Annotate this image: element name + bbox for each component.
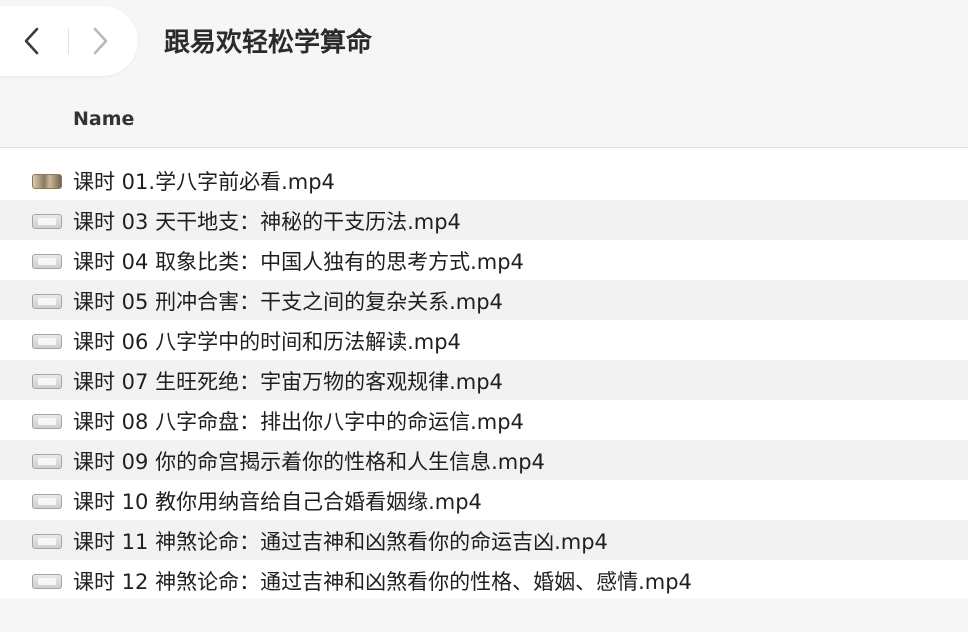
status-bar <box>0 598 968 632</box>
video-file-icon <box>32 294 62 309</box>
file-row[interactable]: 课时 07 生旺死绝：宇宙万物的客观规律.mp4 <box>0 360 968 400</box>
file-row[interactable]: 课时 04 取象比类：中国人独有的思考方式.mp4 <box>0 240 968 280</box>
nav-divider <box>68 28 69 54</box>
file-row[interactable]: 课时 03 天干地支：神秘的干支历法.mp4 <box>0 200 968 240</box>
video-file-icon <box>32 494 62 509</box>
file-list: 课时 01.学八字前必看.mp4 课时 03 天干地支：神秘的干支历法.mp4 … <box>0 160 968 600</box>
video-file-icon <box>32 334 62 349</box>
forward-button[interactable] <box>80 21 120 61</box>
video-thumbnail-icon <box>32 174 62 189</box>
name-column-header[interactable]: Name <box>73 108 134 130</box>
window-title: 跟易欢轻松学算命 <box>164 28 373 58</box>
video-file-icon <box>32 534 62 549</box>
video-file-icon <box>32 214 62 229</box>
video-file-icon <box>32 414 62 429</box>
file-name: 课时 10 教你用纳音给自己合婚看姻缘.mp4 <box>73 490 482 514</box>
file-name: 课时 05 刑冲合害：干支之间的复杂关系.mp4 <box>73 290 503 314</box>
file-row[interactable]: 课时 11 神煞论命：通过吉神和凶煞看你的命运吉凶.mp4 <box>0 520 968 560</box>
list-header: Name <box>0 86 968 148</box>
file-name: 课时 09 你的命宫揭示着你的性格和人生信息.mp4 <box>73 450 545 474</box>
file-row[interactable]: 课时 12 神煞论命：通过吉神和凶煞看你的性格、婚姻、感情.mp4 <box>0 560 968 600</box>
file-row[interactable]: 课时 10 教你用纳音给自己合婚看姻缘.mp4 <box>0 480 968 520</box>
window-toolbar: 跟易欢轻松学算命 <box>0 0 968 86</box>
back-button[interactable] <box>12 21 52 61</box>
file-name: 课时 08 八字命盘：排出你八字中的命运信.mp4 <box>73 410 524 434</box>
file-row[interactable]: 课时 05 刑冲合害：干支之间的复杂关系.mp4 <box>0 280 968 320</box>
file-name: 课时 11 神煞论命：通过吉神和凶煞看你的命运吉凶.mp4 <box>73 530 608 554</box>
file-row[interactable]: 课时 06 八字学中的时间和历法解读.mp4 <box>0 320 968 360</box>
file-name: 课时 07 生旺死绝：宇宙万物的客观规律.mp4 <box>73 370 503 394</box>
navigation-pill <box>0 6 138 76</box>
file-row[interactable]: 课时 09 你的命宫揭示着你的性格和人生信息.mp4 <box>0 440 968 480</box>
file-row[interactable]: 课时 01.学八字前必看.mp4 <box>0 160 968 200</box>
video-file-icon <box>32 574 62 589</box>
file-row[interactable]: 课时 08 八字命盘：排出你八字中的命运信.mp4 <box>0 400 968 440</box>
chevron-right-icon <box>93 27 108 55</box>
file-name: 课时 12 神煞论命：通过吉神和凶煞看你的性格、婚姻、感情.mp4 <box>73 570 692 594</box>
chevron-left-icon <box>24 27 39 55</box>
file-name: 课时 03 天干地支：神秘的干支历法.mp4 <box>73 210 461 234</box>
file-name: 课时 06 八字学中的时间和历法解读.mp4 <box>73 330 461 354</box>
file-name: 课时 04 取象比类：中国人独有的思考方式.mp4 <box>73 250 524 274</box>
file-name: 课时 01.学八字前必看.mp4 <box>73 170 335 194</box>
video-file-icon <box>32 454 62 469</box>
video-file-icon <box>32 374 62 389</box>
video-file-icon <box>32 254 62 269</box>
